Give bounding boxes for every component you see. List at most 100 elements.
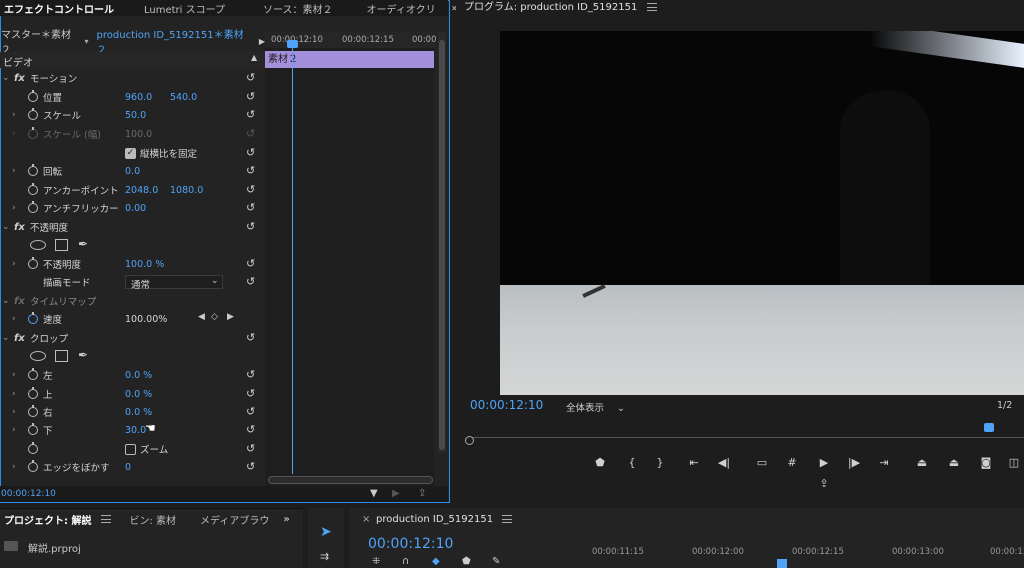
tab-effect-controls[interactable]: エフェクトコントロール	[0, 1, 118, 16]
reset-icon[interactable]: ↺	[246, 221, 258, 233]
chevron-down-icon[interactable]: ⌄	[2, 296, 10, 306]
step-back-icon[interactable]: ◀|	[714, 454, 734, 472]
crop-top-value[interactable]: 0.0 %	[125, 389, 152, 400]
rectangle-mask-icon[interactable]	[55, 350, 68, 362]
timeline-timecode[interactable]: 00:00:12:10	[368, 536, 453, 552]
reset-icon[interactable]: ↺	[246, 443, 258, 455]
tab-source[interactable]: ソース：素材２	[259, 1, 337, 16]
lift-icon[interactable]: ⏏	[912, 454, 932, 472]
go-to-in-icon[interactable]: ⇤	[684, 454, 704, 472]
grid-icon[interactable]: #	[782, 454, 802, 472]
marker-icon[interactable]: ⬟	[462, 556, 471, 567]
stopwatch-icon[interactable]	[28, 460, 38, 473]
chevron-right-icon[interactable]: ›	[12, 166, 16, 176]
reset-icon[interactable]: ↺	[246, 369, 258, 381]
add-marker-icon[interactable]: ⬟	[590, 454, 610, 472]
reset-icon[interactable]: ↺	[246, 406, 258, 418]
crop-right-value[interactable]: 0.0 %	[125, 407, 152, 418]
reset-icon[interactable]: ↺	[246, 165, 258, 177]
rectangle-mask-icon[interactable]	[55, 239, 68, 251]
next-keyframe-icon[interactable]: ▶	[227, 312, 234, 322]
quick-export-icon[interactable]: ⇪	[815, 475, 833, 493]
fx-icon[interactable]: fx	[14, 222, 25, 233]
export-icon[interactable]: ⇪	[418, 486, 426, 502]
playhead-line[interactable]	[292, 44, 293, 474]
go-to-out-icon[interactable]: ⇥	[874, 454, 894, 472]
reset-icon[interactable]: ↺	[246, 276, 258, 288]
add-marker-timeline-icon[interactable]: ◆	[432, 556, 440, 567]
fx-icon[interactable]: fx	[14, 333, 25, 344]
clip-bar[interactable]: 素材２	[265, 51, 434, 68]
linked-selection-icon[interactable]: ∩	[402, 556, 409, 567]
chevron-right-icon[interactable]: ›	[12, 462, 16, 472]
tab-overflow-icon[interactable]: »	[279, 514, 293, 525]
stopwatch-icon[interactable]	[28, 442, 38, 455]
project-file-name[interactable]: 解説.prproj	[28, 540, 81, 555]
snap-icon[interactable]: ⁜	[372, 556, 380, 567]
reset-icon[interactable]: ↺	[246, 184, 258, 196]
chevron-right-icon[interactable]: ›	[12, 110, 16, 120]
safe-margins-icon[interactable]: ▭	[752, 454, 772, 472]
pen-mask-icon[interactable]: ✒	[78, 348, 88, 362]
program-playhead[interactable]	[984, 423, 994, 432]
extract-icon[interactable]: ⏏	[944, 454, 964, 472]
playhead-handle[interactable]	[287, 40, 298, 48]
reset-icon[interactable]: ↺	[246, 332, 258, 344]
stopwatch-icon[interactable]	[28, 164, 38, 177]
vertical-scrollbar-thumb[interactable]	[439, 40, 445, 450]
tab-bin[interactable]: ビン: 素材	[125, 512, 180, 527]
program-monitor-tab[interactable]: プログラム: production ID_5192151	[464, 0, 657, 16]
program-timecode[interactable]: 00:00:12:10	[470, 398, 543, 412]
zoom-checkbox[interactable]	[125, 444, 136, 455]
panel-menu-icon[interactable]	[646, 3, 657, 11]
comparison-view-icon[interactable]: ◫	[1004, 454, 1024, 472]
effect-controls-timeline[interactable]	[265, 32, 434, 487]
add-keyframe-icon[interactable]: ◇	[211, 312, 218, 322]
prev-keyframe-icon[interactable]: ◀	[198, 312, 205, 322]
scale-value[interactable]: 50.0	[125, 110, 146, 121]
chevron-down-icon[interactable]: ⌄	[2, 333, 10, 343]
program-time-ruler[interactable]	[468, 424, 1024, 438]
feather-value[interactable]: 0	[125, 462, 131, 473]
chevron-right-icon[interactable]: ›	[12, 203, 16, 213]
stopwatch-icon[interactable]	[28, 257, 38, 270]
speed-value[interactable]: 100.00%	[125, 314, 167, 325]
chevron-right-icon[interactable]: ›	[12, 425, 16, 435]
reset-icon[interactable]: ↺	[246, 258, 258, 270]
reset-icon[interactable]: ↺	[246, 109, 258, 121]
stopwatch-icon[interactable]	[28, 405, 38, 418]
collapse-up-icon[interactable]: ▲	[251, 53, 257, 62]
crop-left-value[interactable]: 0.0 %	[125, 370, 152, 381]
crop-bottom-value[interactable]: 30.0	[125, 425, 146, 436]
ellipse-mask-icon[interactable]	[30, 351, 46, 361]
mark-in-icon[interactable]: {	[622, 454, 642, 472]
reset-icon[interactable]: ↺	[246, 147, 258, 159]
reset-icon[interactable]: ↺	[246, 424, 258, 436]
program-video-frame[interactable]	[500, 31, 1024, 395]
tab-project[interactable]: プロジェクト: 解説	[0, 512, 95, 527]
uniform-scale-checkbox[interactable]: ✓	[125, 148, 136, 159]
reset-icon[interactable]: ↺	[246, 72, 258, 84]
chevron-down-icon[interactable]: ⌄	[2, 73, 10, 83]
selection-tool-icon[interactable]: ➤	[320, 524, 332, 540]
wrench-icon[interactable]: ✎	[492, 556, 500, 567]
tab-lumetri-scopes[interactable]: Lumetri スコープ	[140, 1, 229, 16]
position-y-value[interactable]: 540.0	[170, 92, 197, 103]
reset-icon[interactable]: ↺	[246, 91, 258, 103]
chevron-down-icon[interactable]: ▾	[85, 37, 89, 46]
chevron-right-icon[interactable]: ›	[12, 370, 16, 380]
stopwatch-icon[interactable]	[28, 201, 38, 214]
stopwatch-icon[interactable]	[28, 90, 38, 103]
anchor-x-value[interactable]: 2048.0	[125, 185, 158, 196]
tab-media-browser[interactable]: メディアブラウ	[196, 512, 273, 527]
filter-icon[interactable]: ▼	[370, 486, 378, 502]
step-forward-icon[interactable]: |▶	[844, 454, 864, 472]
mark-out-icon[interactable]: }	[650, 454, 670, 472]
chevron-right-icon[interactable]: ›	[12, 389, 16, 399]
play-icon[interactable]: ▶	[814, 454, 834, 472]
opacity-value[interactable]: 100.0 %	[125, 259, 164, 270]
pen-mask-icon[interactable]: ✒	[78, 237, 88, 251]
stopwatch-icon[interactable]	[28, 312, 38, 325]
stopwatch-icon[interactable]	[28, 183, 38, 196]
chevron-right-icon[interactable]: ›	[12, 314, 16, 324]
